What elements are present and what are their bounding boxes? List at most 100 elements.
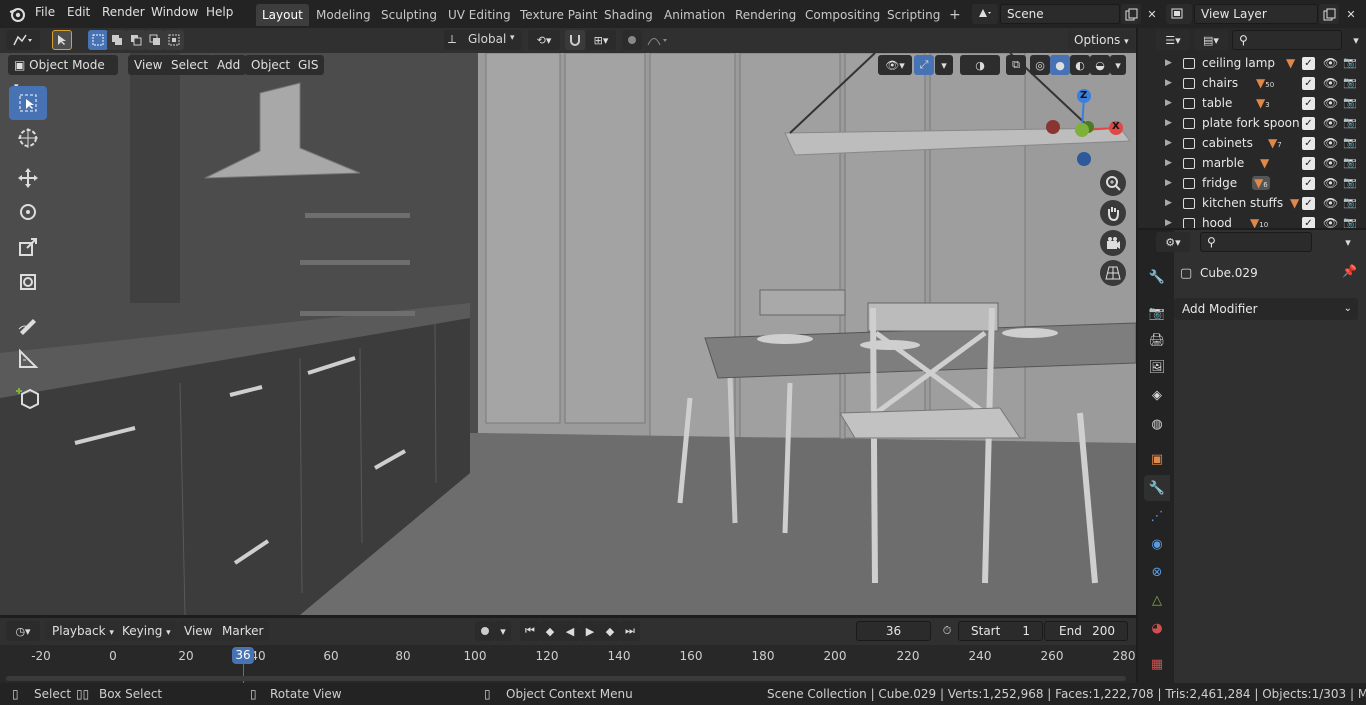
- data-tab-icon[interactable]: △: [1144, 587, 1170, 613]
- select-difference-icon[interactable]: [145, 30, 165, 50]
- exclude-checkbox[interactable]: ✓: [1302, 217, 1315, 228]
- tool-tab-icon[interactable]: 🔧: [1144, 264, 1170, 290]
- camera-icon[interactable]: 📷: [1343, 136, 1357, 149]
- eye-icon[interactable]: 👁: [1323, 96, 1338, 110]
- jump-start-icon[interactable]: ⏮: [520, 621, 540, 641]
- physics-tab-icon[interactable]: ◉: [1144, 531, 1170, 557]
- wireframe-shading-icon[interactable]: ◎: [1030, 55, 1050, 75]
- output-tab-icon[interactable]: 🖨: [1144, 327, 1170, 353]
- material-tab-icon[interactable]: ◕: [1144, 615, 1170, 641]
- outliner-row[interactable]: ▶ cabinets ▼7 ✓ 👁 📷: [1138, 134, 1366, 154]
- select-new-icon[interactable]: [88, 30, 108, 50]
- tab-modeling[interactable]: Modeling: [310, 4, 377, 26]
- options-dropdown[interactable]: Options ▾: [1068, 30, 1135, 50]
- expand-icon[interactable]: ▶: [1165, 158, 1172, 168]
- viewport-menu-gis[interactable]: GIS: [292, 55, 325, 75]
- viewport-menu-add[interactable]: Add: [211, 55, 247, 75]
- timeline-editor-type-icon[interactable]: ◷▾: [6, 621, 40, 641]
- eye-icon[interactable]: 👁: [1323, 156, 1338, 170]
- snap-toggle-icon[interactable]: [565, 30, 585, 50]
- camera-icon[interactable]: 📷: [1343, 76, 1357, 89]
- expand-icon[interactable]: ▶: [1165, 118, 1172, 128]
- expand-icon[interactable]: ▶: [1165, 178, 1172, 188]
- display-mode-icon[interactable]: ▤▾: [1194, 30, 1228, 50]
- menu-file[interactable]: File: [35, 5, 55, 19]
- perspective-grid-icon[interactable]: [1100, 260, 1126, 286]
- tab-animation[interactable]: Animation: [658, 4, 731, 26]
- playhead-handle[interactable]: 36: [232, 647, 254, 664]
- tab-uv-editing[interactable]: UV Editing: [442, 4, 517, 26]
- annotate-tool-icon[interactable]: [9, 307, 47, 341]
- eye-icon[interactable]: 👁: [1323, 56, 1338, 70]
- select-intersect-icon[interactable]: [164, 30, 184, 50]
- solid-shading-icon[interactable]: ●: [1050, 55, 1070, 75]
- outliner-row[interactable]: ▶ ceiling lamp ▼ ✓ 👁 📷: [1138, 54, 1366, 74]
- scene-name-field[interactable]: Scene: [1000, 4, 1120, 24]
- select-extend-icon[interactable]: [107, 30, 127, 50]
- proportional-edit-icon[interactable]: [622, 30, 642, 50]
- outliner-row[interactable]: ▶ table ▼3 ✓ 👁 📷: [1138, 94, 1366, 114]
- gizmo-toggle-icon[interactable]: ⤢: [914, 55, 934, 75]
- delete-view-layer-icon[interactable]: ✕: [1341, 4, 1361, 24]
- current-frame-field[interactable]: 36: [856, 621, 931, 641]
- tab-shading[interactable]: Shading: [598, 4, 659, 26]
- material-shading-icon[interactable]: ◐: [1070, 55, 1090, 75]
- pan-hand-icon[interactable]: [1100, 200, 1126, 226]
- texture-tab-icon[interactable]: ▦: [1144, 651, 1170, 677]
- exclude-checkbox[interactable]: ✓: [1302, 57, 1315, 70]
- outliner-row[interactable]: ▶ plate fork spoon ✓ 👁 📷: [1138, 114, 1366, 134]
- prev-keyframe-icon[interactable]: ◆: [540, 621, 560, 641]
- start-frame-field[interactable]: Start 1: [958, 621, 1043, 641]
- eye-icon[interactable]: 👁: [1323, 196, 1338, 210]
- eye-icon[interactable]: 👁: [1323, 116, 1338, 130]
- scale-tool-icon[interactable]: [9, 230, 47, 264]
- expand-icon[interactable]: ▶: [1165, 78, 1172, 88]
- exclude-checkbox[interactable]: ✓: [1302, 117, 1315, 130]
- expand-icon[interactable]: ▶: [1165, 218, 1172, 228]
- expand-icon[interactable]: ▶: [1165, 198, 1172, 208]
- view-layer-selector-icon[interactable]: [1166, 4, 1192, 24]
- play-reverse-icon[interactable]: ◀: [560, 621, 580, 641]
- camera-icon[interactable]: 📷: [1343, 116, 1357, 129]
- exclude-checkbox[interactable]: ✓: [1302, 97, 1315, 110]
- object-mode-dropdown[interactable]: ▣ Object Mode ▾: [8, 55, 118, 92]
- timeline-scrollbar[interactable]: [6, 676, 1126, 681]
- exclude-checkbox[interactable]: ✓: [1302, 197, 1315, 210]
- exclude-checkbox[interactable]: ✓: [1302, 157, 1315, 170]
- outliner-row[interactable]: ▶ hood ▼10 ✓ 👁 📷: [1138, 214, 1366, 228]
- menu-edit[interactable]: Edit: [67, 5, 90, 19]
- properties-editor-type-icon[interactable]: ⚙▾: [1156, 232, 1190, 252]
- outliner-row[interactable]: ▶ marble ▼ ✓ 👁 📷: [1138, 154, 1366, 174]
- select-tool-mode-icon[interactable]: [52, 30, 72, 50]
- tab-compositing[interactable]: Compositing: [799, 4, 886, 26]
- new-scene-icon[interactable]: [1121, 4, 1141, 24]
- eye-icon[interactable]: 👁: [1323, 216, 1338, 228]
- new-view-layer-icon[interactable]: [1319, 4, 1339, 24]
- menu-window[interactable]: Window: [151, 5, 198, 19]
- add-modifier-dropdown[interactable]: Add Modifier ⌄: [1174, 298, 1358, 320]
- add-workspace-button[interactable]: +: [943, 4, 967, 26]
- record-icon[interactable]: [475, 621, 495, 641]
- move-tool-icon[interactable]: [9, 161, 47, 195]
- tab-sculpting[interactable]: Sculpting: [375, 4, 443, 26]
- timeline-menu-marker[interactable]: Marker: [216, 621, 270, 641]
- snap-target-icon[interactable]: ⊞▾: [586, 30, 616, 50]
- preview-range-icon[interactable]: ⏱: [937, 621, 957, 641]
- eye-icon[interactable]: 👁: [1323, 76, 1338, 90]
- measure-tool-icon[interactable]: [9, 342, 47, 376]
- tab-scripting[interactable]: Scripting: [881, 4, 946, 26]
- menu-render[interactable]: Render: [102, 5, 145, 19]
- transform-tool-icon[interactable]: [9, 265, 47, 299]
- view-layer-tab-icon[interactable]: 🖼: [1144, 354, 1170, 380]
- exclude-checkbox[interactable]: ✓: [1302, 77, 1315, 90]
- play-icon[interactable]: ▶: [580, 621, 600, 641]
- pivot-point-icon[interactable]: ⟲▾: [528, 30, 560, 50]
- shading-dropdown-icon[interactable]: ▾: [1110, 55, 1126, 75]
- xray-icon[interactable]: ⧉: [1006, 55, 1026, 75]
- cursor-tool-icon[interactable]: [9, 121, 47, 155]
- expand-icon[interactable]: ▶: [1165, 58, 1172, 68]
- expand-icon[interactable]: ▶: [1165, 138, 1172, 148]
- 3d-viewport[interactable]: ▣ Object Mode ▾ View Select Add Object G…: [0, 53, 1136, 615]
- exclude-checkbox[interactable]: ✓: [1302, 137, 1315, 150]
- camera-icon[interactable]: 📷: [1343, 176, 1357, 189]
